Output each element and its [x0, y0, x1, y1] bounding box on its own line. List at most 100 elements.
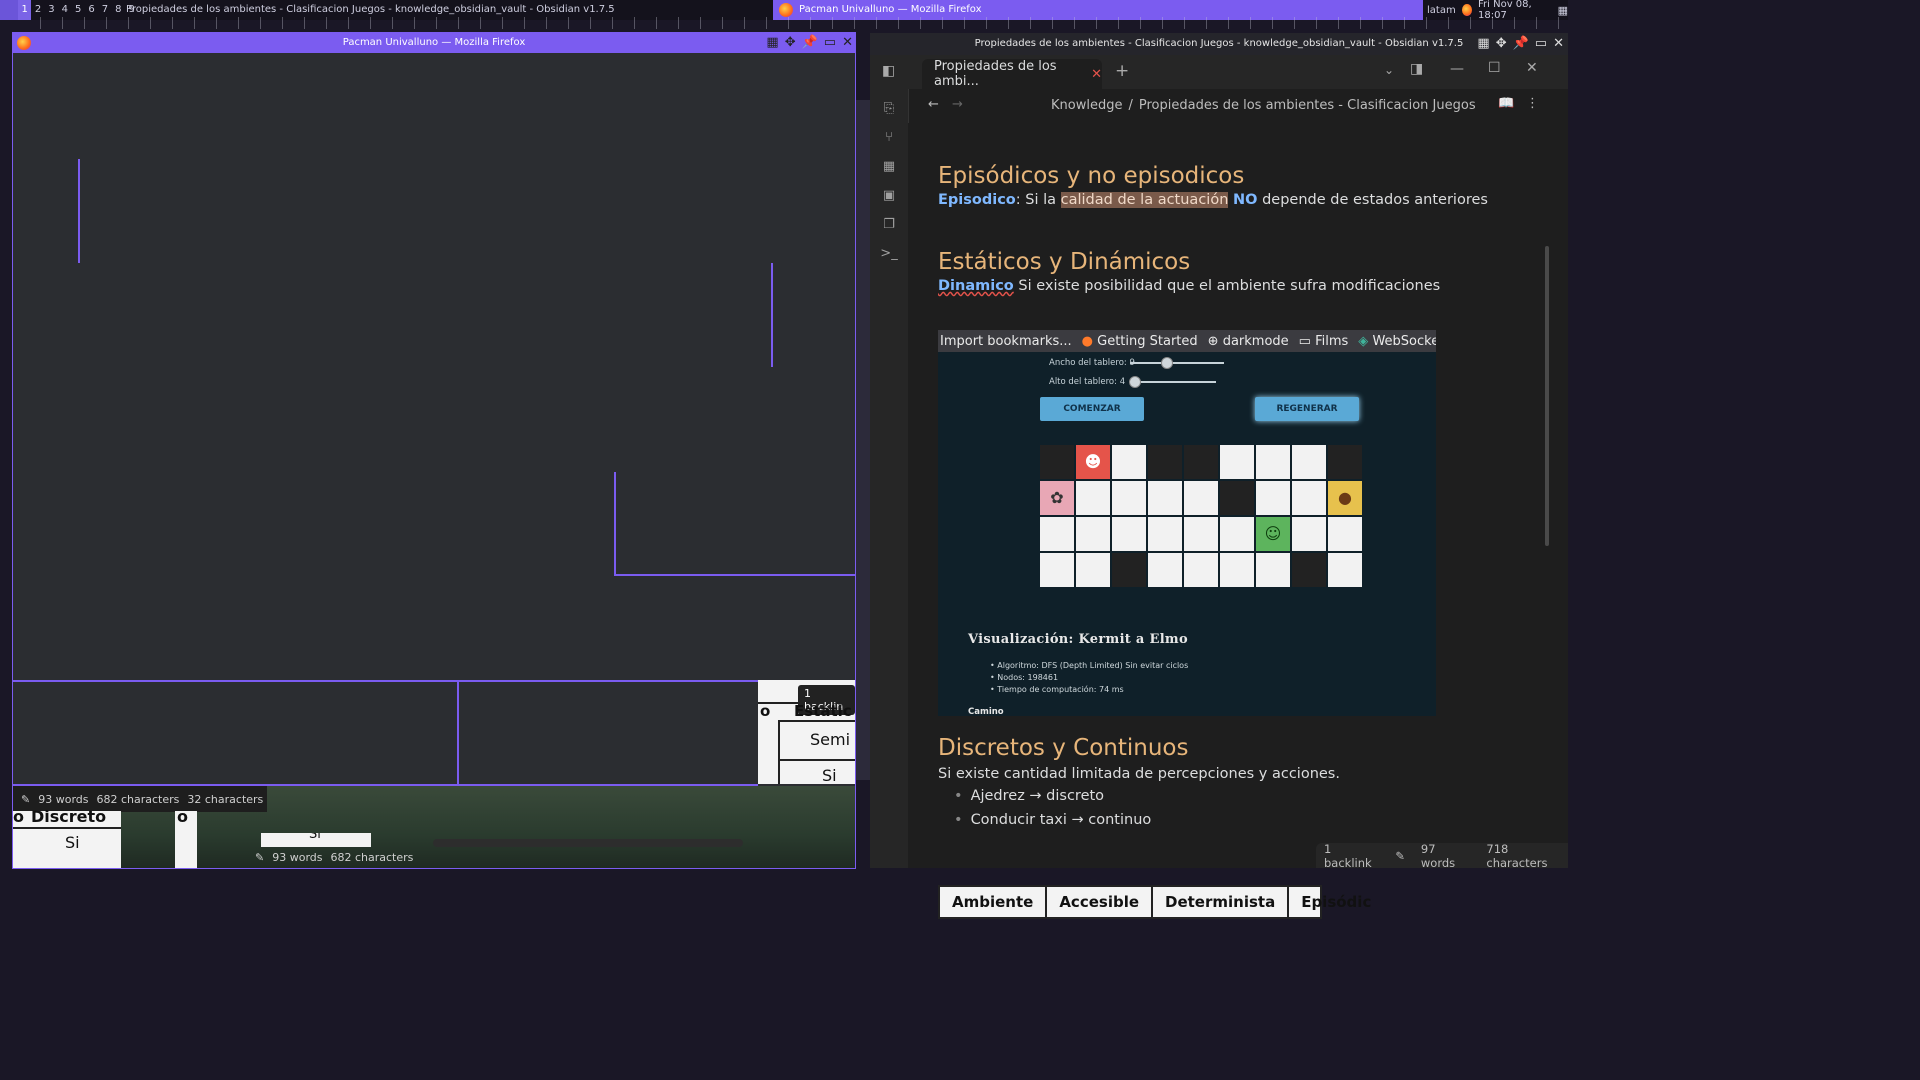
sidebar-toggle-icon[interactable]: ◧: [882, 63, 895, 79]
obsidian-window-title: Propiedades de los ambientes - Clasifica…: [974, 38, 1464, 49]
slider-height-knob[interactable]: [1129, 376, 1141, 388]
table-cell: Semi: [810, 730, 851, 749]
graph-view-icon[interactable]: ⑂: [880, 130, 898, 148]
embedded-screenshot[interactable]: Import bookmarks... ● Getting Started ⊕ …: [938, 330, 1436, 716]
bookmark-websocket: ◈ WebSocket • H: [1358, 334, 1436, 349]
table-header-cell: Episódic: [1301, 893, 1372, 911]
wm-logo-icon[interactable]: [0, 0, 18, 20]
firefox-tray-icon[interactable]: [1461, 4, 1472, 16]
text: depende de estados anteriores: [1257, 192, 1488, 208]
kermit-icon: ☺: [1256, 517, 1290, 551]
table-cell: o: [177, 807, 188, 826]
breadcrumb-folder[interactable]: Knowledge: [1051, 98, 1122, 113]
tab-list-chevron-icon[interactable]: ⌄: [1384, 63, 1394, 77]
start-button[interactable]: COMENZAR: [1040, 397, 1144, 421]
tile-icon[interactable]: ▦: [766, 33, 778, 53]
canvas-icon[interactable]: ▦: [880, 159, 898, 177]
keyboard-layout[interactable]: latam: [1427, 5, 1456, 16]
board-cell: [1256, 445, 1290, 479]
tab-close-icon[interactable]: ✕: [1091, 67, 1102, 82]
bold-no: NO: [1233, 192, 1258, 208]
status-backlinks[interactable]: 1 backlink: [1324, 842, 1379, 870]
board-cell: [1256, 481, 1290, 515]
board-cell: [1112, 517, 1146, 551]
breadcrumb-note[interactable]: Propiedades de los ambientes - Clasifica…: [1139, 98, 1476, 113]
table-cell: o: [760, 702, 771, 720]
list-item: Ajedrez → discreto: [954, 788, 1105, 804]
bookmark-label: WebSocket • H: [1372, 333, 1436, 349]
board-cell: [1112, 481, 1146, 515]
pin-icon[interactable]: 📌: [802, 33, 818, 53]
board-cell: [1220, 517, 1254, 551]
reading-view-icon[interactable]: 📖: [1498, 96, 1514, 111]
board-cell: [1256, 553, 1290, 587]
board-cell: [1040, 553, 1074, 587]
workspace-1[interactable]: 1: [18, 0, 32, 20]
table-cell: Si: [309, 833, 321, 842]
firefox-window-title: Pacman Univalluno — Mozilla Firefox: [342, 37, 526, 48]
new-tab-icon[interactable]: +: [1115, 61, 1129, 81]
breadcrumb-separator: /: [1128, 98, 1133, 113]
firefox-titlebar[interactable]: Pacman Univalluno — Mozilla Firefox ▦ ✥ …: [13, 33, 855, 53]
firefox-window: Pacman Univalluno — Mozilla Firefox ▦ ✥ …: [12, 32, 856, 869]
maximize-icon[interactable]: ☐: [1488, 60, 1501, 76]
slider-height-label: Alto del tablero: 4: [1049, 377, 1126, 387]
open-quick-switcher-icon[interactable]: ⎘: [880, 101, 898, 119]
board-cell: [1076, 517, 1110, 551]
board-cell-wall: [1184, 445, 1218, 479]
tab-active-note[interactable]: Propiedades de los ambi... ✕: [922, 59, 1102, 89]
bookmark-label: Films: [1315, 333, 1349, 349]
maximize-icon[interactable]: ▭: [1535, 33, 1547, 55]
more-options-icon[interactable]: ⋮: [1526, 96, 1539, 111]
desktop-ruler-decoration: [40, 17, 1568, 29]
table-header-cell: Ambiente: [940, 887, 1048, 917]
firefox-window-controls: ▦ ✥ 📌 ▭ ✕: [766, 33, 853, 53]
bookmark-import: Import bookmarks...: [940, 333, 1072, 349]
layout-grid-icon[interactable]: ▦: [1558, 4, 1568, 17]
slider-height-track[interactable]: [1130, 381, 1216, 383]
right-sidebar-toggle-icon[interactable]: ◨: [1410, 61, 1423, 77]
board-cell-wall: [1112, 553, 1146, 587]
firefox-icon: [779, 3, 793, 17]
board-cell: [1220, 553, 1254, 587]
board-cell: [1328, 553, 1362, 587]
table-header-cell: Determinista: [1153, 887, 1290, 917]
bookmark-getting-started: ● Getting Started: [1082, 334, 1198, 349]
move-icon[interactable]: ✥: [1496, 33, 1507, 55]
board-cell: [1184, 517, 1218, 551]
back-arrow-icon[interactable]: ←: [928, 97, 939, 112]
daily-note-calendar-icon[interactable]: ▣: [880, 188, 898, 206]
tile-icon[interactable]: ▦: [1477, 33, 1489, 55]
maze-wall: [78, 159, 80, 263]
slider-width-knob[interactable]: [1161, 357, 1173, 369]
obsidian-window-controls: ▦ ✥ 📌 ▭ ✕: [1477, 33, 1564, 55]
note-scrollbar[interactable]: [1545, 246, 1549, 546]
table-divider: [13, 827, 121, 829]
obsidian-titlebar[interactable]: Propiedades de los ambientes - Clasifica…: [870, 33, 1568, 55]
close-icon[interactable]: ✕: [1553, 33, 1564, 55]
board-cell-wall: [1292, 553, 1326, 587]
cookie-icon: ●: [1328, 481, 1362, 515]
text: : Si la: [1015, 192, 1061, 208]
close-window-icon[interactable]: ✕: [1526, 60, 1538, 76]
board-cell: [1292, 481, 1326, 515]
note-content[interactable]: Episódicos y no episodicos Episodico: Si…: [908, 123, 1548, 919]
regenerate-button[interactable]: REGENERAR: [1255, 397, 1359, 421]
board-cell: [1076, 481, 1110, 515]
templates-icon[interactable]: ❐: [880, 217, 898, 235]
highlighted-text: calidad de la actuación: [1060, 192, 1229, 208]
close-icon[interactable]: ✕: [842, 33, 853, 53]
properties-table-header: Ambiente Accesible Determinista Episódic: [938, 885, 1371, 919]
slider-width-track[interactable]: [1130, 362, 1224, 364]
maximize-icon[interactable]: ▭: [824, 33, 836, 53]
pin-icon[interactable]: 📌: [1513, 33, 1529, 55]
background-table-fragment: Si: [261, 833, 371, 847]
command-palette-icon[interactable]: >_: [880, 246, 898, 264]
paragraph-episodic: Episodico: Si la calidad de la actuación…: [938, 192, 1488, 208]
move-icon[interactable]: ✥: [785, 33, 796, 53]
obsidian-window: Propiedades de los ambientes - Clasifica…: [870, 33, 1568, 919]
table-divider: [778, 720, 855, 722]
pencil-icon[interactable]: ✎: [1395, 849, 1405, 863]
minimize-icon[interactable]: —: [1450, 61, 1464, 77]
forward-arrow-icon[interactable]: →: [952, 97, 963, 112]
